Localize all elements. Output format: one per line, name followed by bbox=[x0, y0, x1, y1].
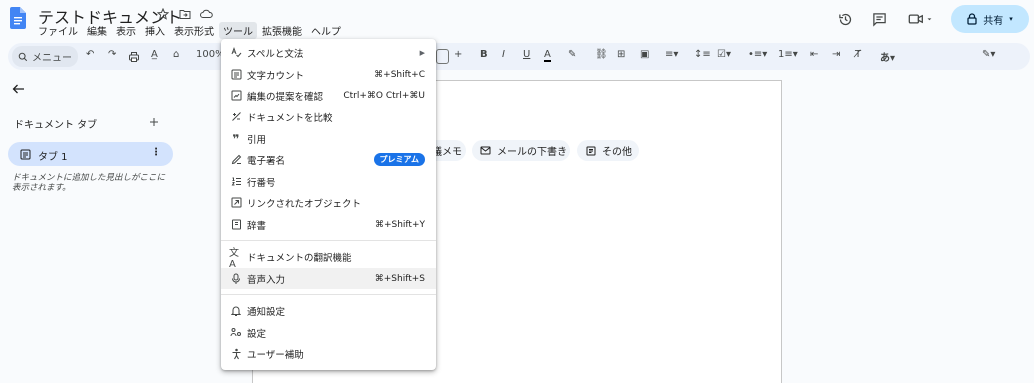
tab-label: タブ 1 bbox=[38, 152, 68, 163]
quote-icon: ❞ bbox=[232, 131, 240, 146]
tab-document-icon bbox=[19, 148, 31, 160]
menu-item-word-count[interactable]: 文字カウント ⌘+Shift+C bbox=[221, 64, 436, 85]
menu-item-notifications[interactable]: 通知設定 bbox=[221, 300, 436, 321]
more-doc-icon bbox=[586, 146, 596, 156]
menu-item-citations[interactable]: ❞ 引用 bbox=[221, 128, 436, 149]
redo-icon[interactable]: ↷ bbox=[108, 49, 116, 60]
document-tabs-title: ドキュメント タブ bbox=[14, 120, 98, 131]
menu-item-translate[interactable]: 文A ドキュメントの翻訳機能 bbox=[221, 246, 436, 270]
menu-insert[interactable]: 挿入 bbox=[141, 22, 169, 39]
lock-icon bbox=[967, 13, 977, 25]
spellcheck-icon bbox=[229, 46, 243, 60]
menu-bar: ファイル 編集 表示 挿入 表示形式 ツール 拡張機能 ヘルプ bbox=[34, 22, 346, 39]
toolbar bbox=[8, 43, 1030, 70]
menu-item-line-numbers[interactable]: 行番号 bbox=[221, 171, 436, 192]
bold-icon[interactable]: B bbox=[480, 49, 488, 60]
compare-icon bbox=[229, 110, 243, 124]
meet-icon[interactable] bbox=[906, 10, 936, 28]
menu-item-spelling[interactable]: スペルと文法 ▶ bbox=[221, 42, 436, 63]
menu-format[interactable]: 表示形式 bbox=[170, 22, 218, 39]
menu-item-preferences[interactable]: 設定 bbox=[221, 322, 436, 343]
underline-icon[interactable]: U bbox=[523, 49, 530, 60]
menu-item-compare-documents[interactable]: ドキュメントを比較 bbox=[221, 106, 436, 127]
docs-logo-icon[interactable] bbox=[10, 7, 26, 29]
checklist-icon[interactable]: ☑▾ bbox=[717, 49, 731, 60]
dictionary-icon bbox=[229, 218, 243, 232]
menu-view[interactable]: 表示 bbox=[112, 22, 140, 39]
editing-mode-icon[interactable]: ✎▾ bbox=[982, 49, 995, 60]
undo-icon[interactable]: ↶ bbox=[86, 49, 94, 60]
share-label: 共有 bbox=[983, 15, 1004, 27]
menu-item-accessibility[interactable]: ユーザー補助 bbox=[221, 343, 436, 364]
menu-edit[interactable]: 編集 bbox=[83, 22, 111, 39]
move-folder-icon[interactable] bbox=[178, 7, 192, 21]
clear-format-icon[interactable]: T̸ bbox=[855, 49, 861, 60]
microphone-icon bbox=[229, 272, 243, 286]
star-icon[interactable] bbox=[156, 7, 170, 21]
comment-add-icon[interactable]: ⊞ bbox=[617, 49, 625, 60]
chip-more[interactable]: その他 bbox=[577, 140, 639, 161]
share-button[interactable]: 共有 ▾ bbox=[951, 5, 1029, 33]
bullet-list-icon[interactable]: •≡▾ bbox=[748, 49, 767, 60]
menu-item-dictionary[interactable]: 辞書 ⌘+Shift+Y bbox=[221, 214, 436, 235]
menu-item-esignature[interactable]: 電子署名 プレミアム bbox=[221, 149, 436, 170]
bell-icon bbox=[229, 304, 243, 318]
spellcheck-icon[interactable]: A̲ bbox=[151, 49, 158, 60]
link-icon[interactable]: ⛓ bbox=[595, 49, 608, 60]
share-dropdown-icon: ▾ bbox=[1009, 15, 1013, 23]
menu-separator bbox=[221, 240, 436, 241]
search-icon bbox=[18, 52, 28, 62]
premium-badge: プレミアム bbox=[373, 153, 425, 166]
review-suggestions-icon bbox=[229, 89, 243, 103]
menu-file[interactable]: ファイル bbox=[34, 22, 82, 39]
signature-icon bbox=[229, 153, 243, 167]
tab-1[interactable]: タブ 1 ⋮ bbox=[8, 142, 173, 166]
menu-separator bbox=[221, 294, 436, 295]
preferences-icon bbox=[229, 326, 243, 340]
back-arrow-icon[interactable] bbox=[10, 81, 26, 97]
font-size-box[interactable] bbox=[436, 49, 449, 64]
translate-icon: 文A bbox=[229, 247, 239, 270]
line-spacing-icon[interactable]: ↕≡ bbox=[694, 49, 711, 60]
word-count-icon bbox=[229, 68, 243, 82]
comments-icon[interactable] bbox=[870, 10, 888, 28]
indent-increase-icon[interactable]: ⇥ bbox=[832, 49, 840, 60]
font-size-increase-icon[interactable]: + bbox=[454, 49, 462, 60]
text-color-icon[interactable]: A bbox=[544, 49, 551, 62]
highlight-icon[interactable]: ✎ bbox=[568, 49, 576, 60]
version-history-icon[interactable] bbox=[836, 10, 854, 28]
email-icon bbox=[480, 146, 491, 155]
tools-menu: スペルと文法 ▶ 文字カウント ⌘+Shift+C 編集の提案を確認 Ctrl+… bbox=[221, 39, 436, 370]
line-numbers-icon bbox=[229, 175, 243, 189]
submenu-arrow-icon: ▶ bbox=[419, 48, 425, 57]
image-icon[interactable]: ▣ bbox=[640, 49, 649, 60]
numbered-list-icon[interactable]: 1≡▾ bbox=[778, 49, 798, 60]
menu-tools[interactable]: ツール bbox=[219, 22, 257, 39]
menu-help[interactable]: ヘルプ bbox=[307, 22, 345, 39]
menu-item-voice-typing[interactable]: 音声入力 ⌘+Shift+S bbox=[221, 268, 436, 289]
tab-more-icon[interactable]: ⋮ bbox=[151, 147, 161, 158]
menu-search-input[interactable]: メニュー bbox=[12, 46, 78, 67]
input-tools-icon[interactable]: あ▾ bbox=[880, 49, 895, 64]
accessibility-icon bbox=[229, 347, 243, 361]
print-icon[interactable] bbox=[127, 50, 141, 64]
menu-item-review-suggestions[interactable]: 編集の提案を確認 Ctrl+⌘O Ctrl+⌘U bbox=[221, 85, 436, 106]
align-icon[interactable]: ≡▾ bbox=[665, 49, 678, 60]
menu-item-linked-objects[interactable]: リンクされたオブジェクト bbox=[221, 192, 436, 213]
indent-decrease-icon[interactable]: ⇤ bbox=[810, 49, 818, 60]
linked-objects-icon bbox=[229, 196, 243, 210]
menu-extensions[interactable]: 拡張機能 bbox=[258, 22, 306, 39]
add-tab-icon[interactable] bbox=[148, 116, 160, 128]
chip-email-draft[interactable]: メールの下書き bbox=[472, 140, 570, 161]
italic-icon[interactable]: I bbox=[502, 49, 505, 60]
tabs-empty-note: ドキュメントに追加した見出しがここに表示されます。 bbox=[12, 173, 166, 193]
search-placeholder: メニュー bbox=[32, 53, 72, 64]
cloud-status-icon[interactable] bbox=[199, 7, 213, 21]
paint-format-icon[interactable]: ⌂ bbox=[173, 49, 179, 60]
